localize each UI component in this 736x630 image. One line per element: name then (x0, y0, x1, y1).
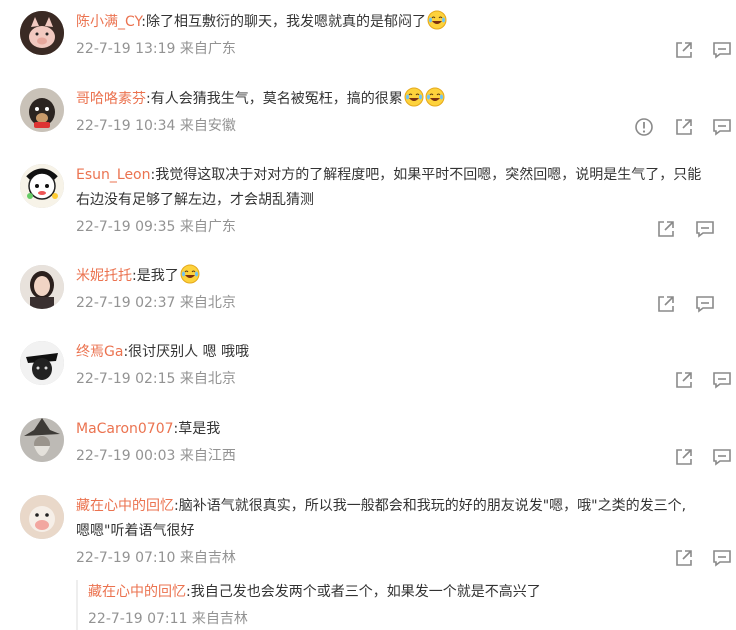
comment-icon[interactable] (712, 40, 732, 60)
comment-icon[interactable] (695, 219, 715, 239)
comment-meta: 22-7-19 00:03 来自江西 (76, 448, 236, 464)
comment-icon[interactable] (695, 294, 715, 314)
user-avatar[interactable] (20, 11, 64, 55)
dog-avatar-icon (20, 88, 64, 132)
comment-text: 米妮托托:是我了 (76, 264, 736, 289)
user-avatar[interactable] (20, 265, 64, 309)
comment-icon[interactable] (712, 447, 732, 467)
wizard-avatar-icon (20, 418, 64, 462)
reply-text: 藏在心中的回忆:我自己发也会发两个或者三个，如果发一个就是不高兴了 (88, 584, 541, 600)
dark-avatar-icon (20, 341, 64, 385)
comment-meta: 22-7-19 07:10 来自吉林 (76, 550, 236, 566)
share-icon[interactable] (674, 117, 694, 137)
share-icon[interactable] (674, 447, 694, 467)
share-icon[interactable] (656, 219, 676, 239)
user-avatar[interactable] (20, 341, 64, 385)
username-link[interactable]: 陈小满_CY (76, 14, 141, 30)
comment-text: MaCaron0707:草是我 (76, 421, 221, 437)
comment-text: 终焉Ga:很讨厌别人 嗯 哦哦 (76, 344, 250, 360)
laughing-emoji-icon (427, 10, 447, 30)
username-link[interactable]: 终焉Ga (76, 344, 123, 360)
comment-text: 哥哈咯素芬:有人会猜我生气，莫名被冤枉，搞的很累 (76, 87, 736, 112)
share-icon[interactable] (674, 370, 694, 390)
username-link[interactable]: Esun_Leon (76, 167, 151, 183)
comment-text: 陈小满_CY:除了相互敷衍的聊天，我发嗯就真的是郁闷了 (76, 10, 736, 35)
username-link[interactable]: MaCaron0707 (76, 421, 174, 437)
laughing-emoji-icon (404, 87, 424, 107)
report-icon[interactable] (634, 117, 654, 137)
username-link[interactable]: 哥哈咯素芬 (76, 91, 146, 107)
comment-icon[interactable] (712, 370, 732, 390)
user-avatar[interactable] (20, 418, 64, 462)
comment-text-line2: 右边没有足够了解左边，才会胡乱猜测 (76, 192, 314, 208)
username-link[interactable]: 藏在心中的回忆 (76, 498, 174, 514)
comment-meta: 22-7-19 09:35 来自广东 (76, 219, 236, 235)
comment-icon[interactable] (712, 117, 732, 137)
pig-avatar-icon (20, 11, 64, 55)
comment-text: 藏在心中的回忆:脑补语气就很真实，所以我一般都会和我玩的好的朋友说发"嗯，哦"之… (76, 498, 687, 514)
comment-meta: 22-7-19 02:37 来自北京 (76, 295, 236, 311)
comment-text-line2: 嗯嗯"听着语气很好 (76, 523, 195, 539)
nested-reply: 藏在心中的回忆:我自己发也会发两个或者三个，如果发一个就是不高兴了 22-7-1… (76, 580, 728, 630)
comment-icon[interactable] (712, 548, 732, 568)
user-avatar[interactable] (20, 88, 64, 132)
girl-avatar-icon (20, 265, 64, 309)
share-icon[interactable] (674, 548, 694, 568)
share-icon[interactable] (674, 40, 694, 60)
username-link[interactable]: 藏在心中的回忆 (88, 584, 186, 600)
cartoon-avatar-icon (20, 164, 64, 208)
comment-meta: 22-7-19 02:15 来自北京 (76, 371, 236, 387)
reply-meta: 22-7-19 07:11 来自吉林 (88, 611, 248, 627)
username-link[interactable]: 米妮托托 (76, 268, 132, 284)
comment-text: Esun_Leon:我觉得这取决于对对方的了解程度吧，如果平时不回嗯，突然回嗯，… (76, 167, 702, 183)
share-icon[interactable] (656, 294, 676, 314)
toy-avatar-icon (20, 495, 64, 539)
user-avatar[interactable] (20, 164, 64, 208)
user-avatar[interactable] (20, 495, 64, 539)
comment-meta: 22-7-19 13:19 来自广东 (76, 41, 236, 57)
laughing-emoji-icon (180, 264, 200, 284)
laughing-emoji-icon (425, 87, 445, 107)
